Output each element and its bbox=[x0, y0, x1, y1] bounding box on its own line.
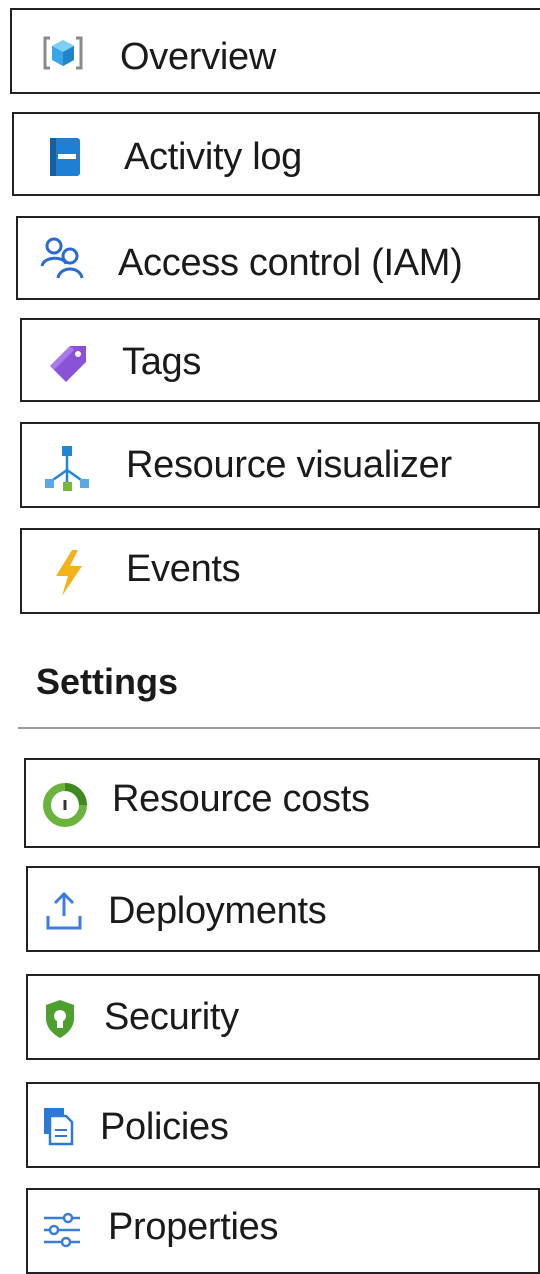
nav-item-properties[interactable]: Properties bbox=[26, 1188, 540, 1274]
cube-icon bbox=[40, 30, 86, 76]
document-icon bbox=[38, 1104, 78, 1150]
nav-item-label: Deployments bbox=[108, 890, 327, 932]
nav-item-access-control[interactable]: Access control (IAM) bbox=[16, 216, 540, 300]
tag-icon bbox=[44, 340, 92, 386]
nav-item-security[interactable]: Security bbox=[26, 974, 540, 1060]
section-divider bbox=[18, 727, 540, 729]
nav-item-label: Events bbox=[126, 548, 241, 590]
nav-item-resource-visualizer[interactable]: Resource visualizer bbox=[20, 422, 540, 508]
nav-item-label: Policies bbox=[100, 1106, 229, 1148]
users-icon bbox=[38, 236, 90, 282]
cost-icon bbox=[42, 782, 88, 828]
settings-section-title: Settings bbox=[36, 661, 179, 702]
nav-item-label: Overview bbox=[120, 36, 276, 78]
nav-item-label: Resource visualizer bbox=[126, 444, 452, 486]
shield-icon bbox=[40, 996, 80, 1042]
nav-item-label: Security bbox=[104, 996, 239, 1038]
log-book-icon bbox=[44, 134, 88, 180]
nav-item-label: Access control (IAM) bbox=[118, 242, 463, 284]
nav-item-label: Resource costs bbox=[112, 778, 370, 820]
hierarchy-icon bbox=[42, 444, 92, 492]
nav-item-label: Tags bbox=[122, 341, 202, 383]
sliders-icon bbox=[40, 1208, 84, 1254]
nav-item-events[interactable]: Events bbox=[20, 528, 540, 614]
nav-item-overview[interactable]: Overview bbox=[10, 8, 540, 94]
lightning-icon bbox=[46, 548, 90, 598]
upload-icon bbox=[42, 888, 86, 936]
nav-item-resource-costs[interactable]: Resource costs bbox=[24, 758, 540, 848]
nav-item-policies[interactable]: Policies bbox=[26, 1082, 540, 1168]
nav-item-activity-log[interactable]: Activity log bbox=[12, 112, 540, 196]
nav-item-label: Properties bbox=[108, 1206, 279, 1248]
nav-item-tags[interactable]: Tags bbox=[20, 318, 540, 402]
nav-item-deployments[interactable]: Deployments bbox=[26, 866, 540, 952]
nav-item-label: Activity log bbox=[124, 136, 303, 178]
